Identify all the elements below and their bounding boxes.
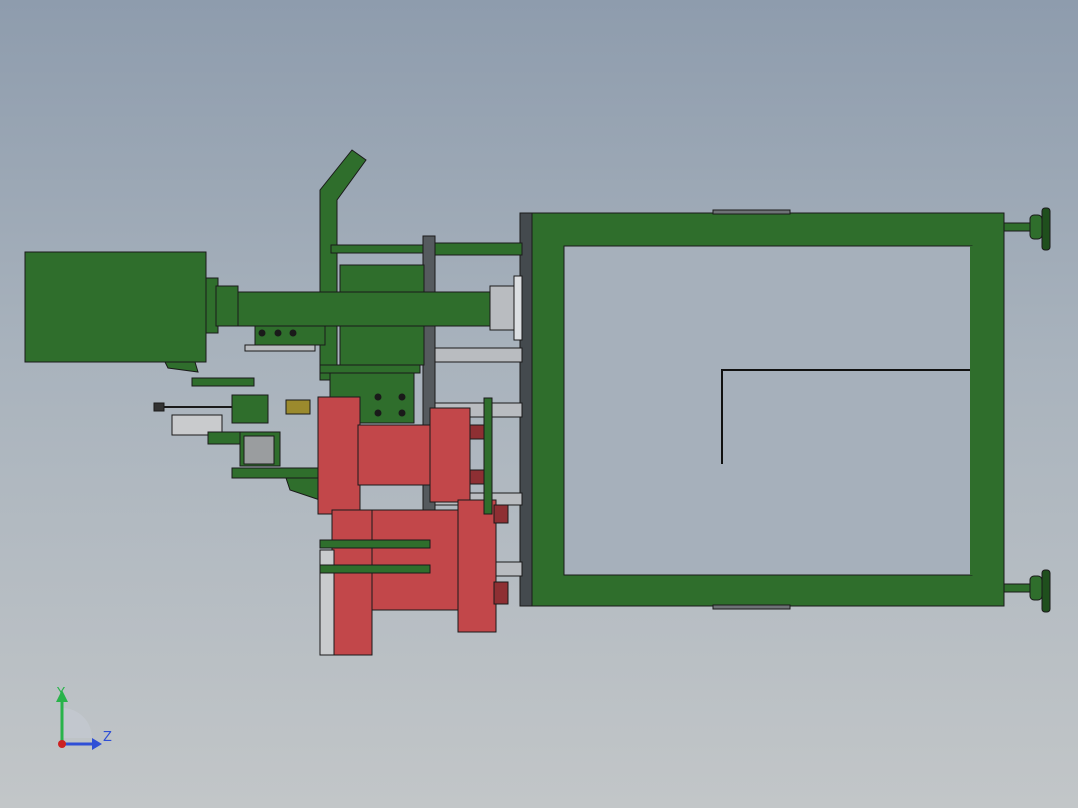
valve-assembly: [153, 377, 321, 501]
cad-model-viewport[interactable]: Y Z: [0, 0, 1078, 808]
sub-frame: [244, 149, 425, 424]
triad-quadrant: [62, 708, 92, 738]
y-axis-label: Y: [57, 686, 65, 701]
leveling-foot-bottom: [1003, 569, 1051, 613]
motor-housing: [24, 251, 207, 363]
leveling-foot-top: [1003, 207, 1051, 251]
orientation-triad: Y Z: [40, 680, 120, 760]
main-frame: [519, 209, 1005, 610]
red-drum-lower: [331, 499, 509, 656]
origin-dot: [58, 740, 66, 748]
machine-assembly-drawing: [24, 149, 1051, 656]
z-axis-label: Z: [103, 730, 112, 745]
support-bracket: [483, 397, 493, 515]
